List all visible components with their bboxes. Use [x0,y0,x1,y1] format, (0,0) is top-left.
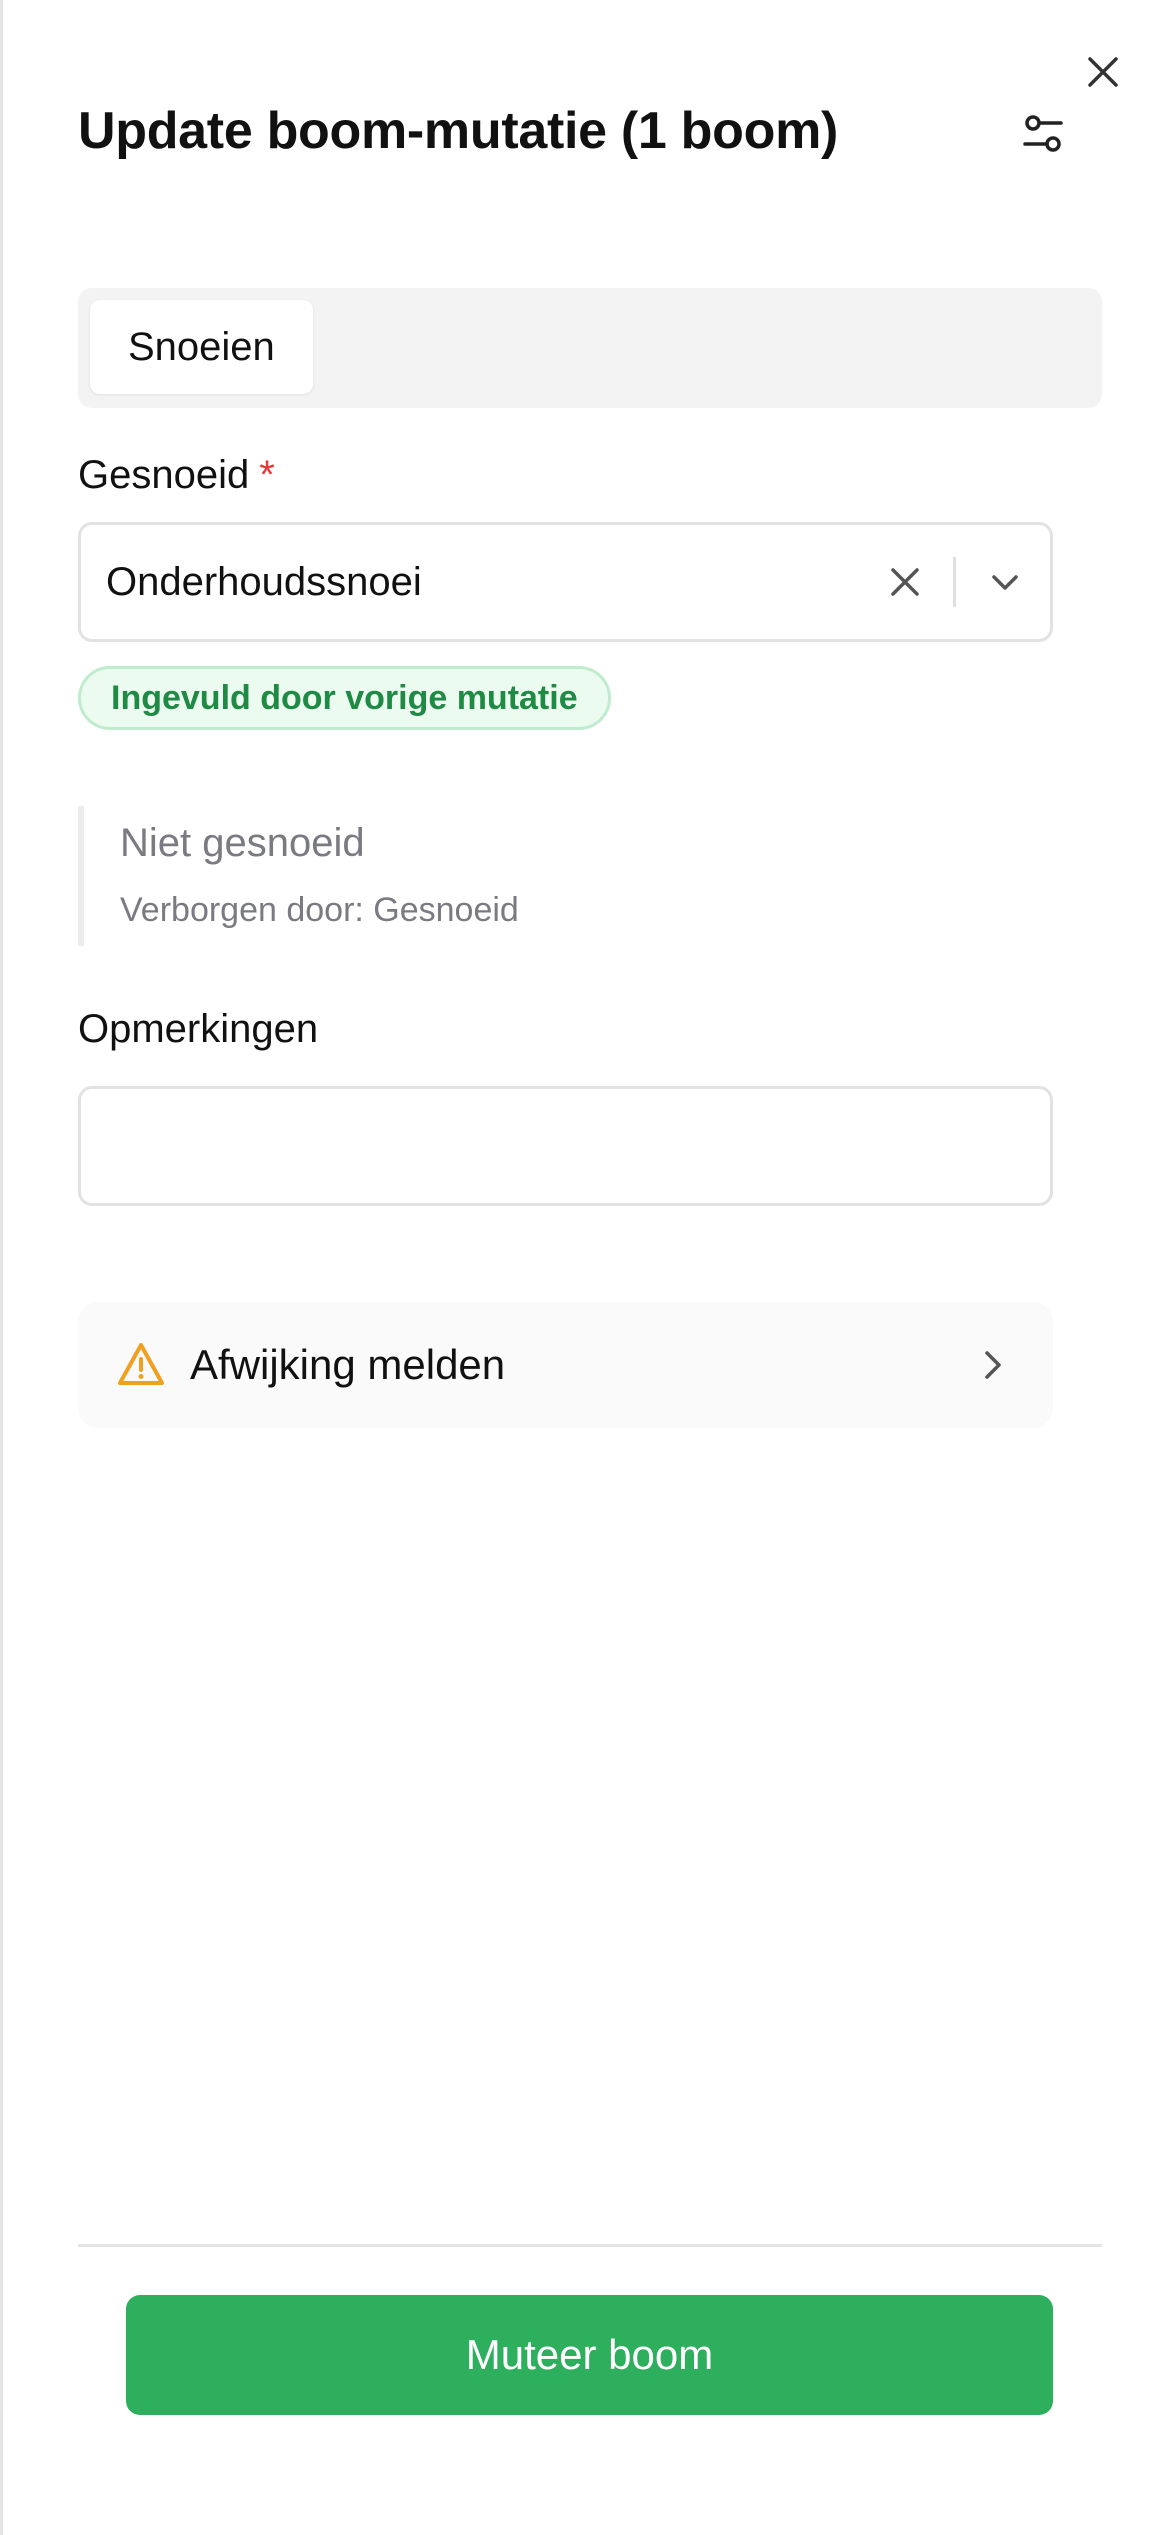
report-deviation-button[interactable]: Afwijking melden [78,1302,1053,1428]
clear-selection-button[interactable] [881,558,929,606]
hidden-field-title: Niet gesnoeid [120,821,365,865]
chevron-down-icon [992,575,1018,590]
close-button[interactable] [1083,52,1123,92]
select-divider [953,557,956,607]
close-icon [1088,57,1118,87]
footer-divider [78,2244,1102,2247]
submit-button[interactable]: Muteer boom [126,2295,1053,2415]
tab-snoeien[interactable]: Snoeien [90,300,313,394]
opmerkingen-input[interactable] [78,1086,1053,1206]
mutation-panel: Update boom-mutatie (1 boom) Snoeien Ges… [0,0,1170,2535]
sliders-icon [1023,115,1063,152]
prefilled-badge: Ingevuld door vorige mutatie [78,666,611,730]
chevron-right-icon [985,1351,1001,1379]
report-deviation-label: Afwijking melden [190,1341,506,1388]
gesnoeid-label: Gesnoeid * [78,450,275,500]
settings-button[interactable] [1015,106,1071,162]
tab-bar: Snoeien [78,288,1102,408]
gesnoeid-label-text: Gesnoeid [78,453,250,497]
page-title: Update boom-mutatie (1 boom) [78,102,839,160]
opmerkingen-label: Opmerkingen [78,1007,319,1051]
clear-icon [891,568,919,596]
required-marker: * [259,453,275,497]
dropdown-toggle[interactable] [981,558,1029,606]
gesnoeid-select[interactable]: Onderhoudssnoei [78,522,1053,642]
hidden-field-subtitle: Verborgen door: Gesnoeid [120,891,519,929]
warning-icon [118,1343,164,1385]
gesnoeid-select-value: Onderhoudssnoei [106,560,422,604]
hidden-field-notice: Niet gesnoeid Verborgen door: Gesnoeid [78,806,778,946]
